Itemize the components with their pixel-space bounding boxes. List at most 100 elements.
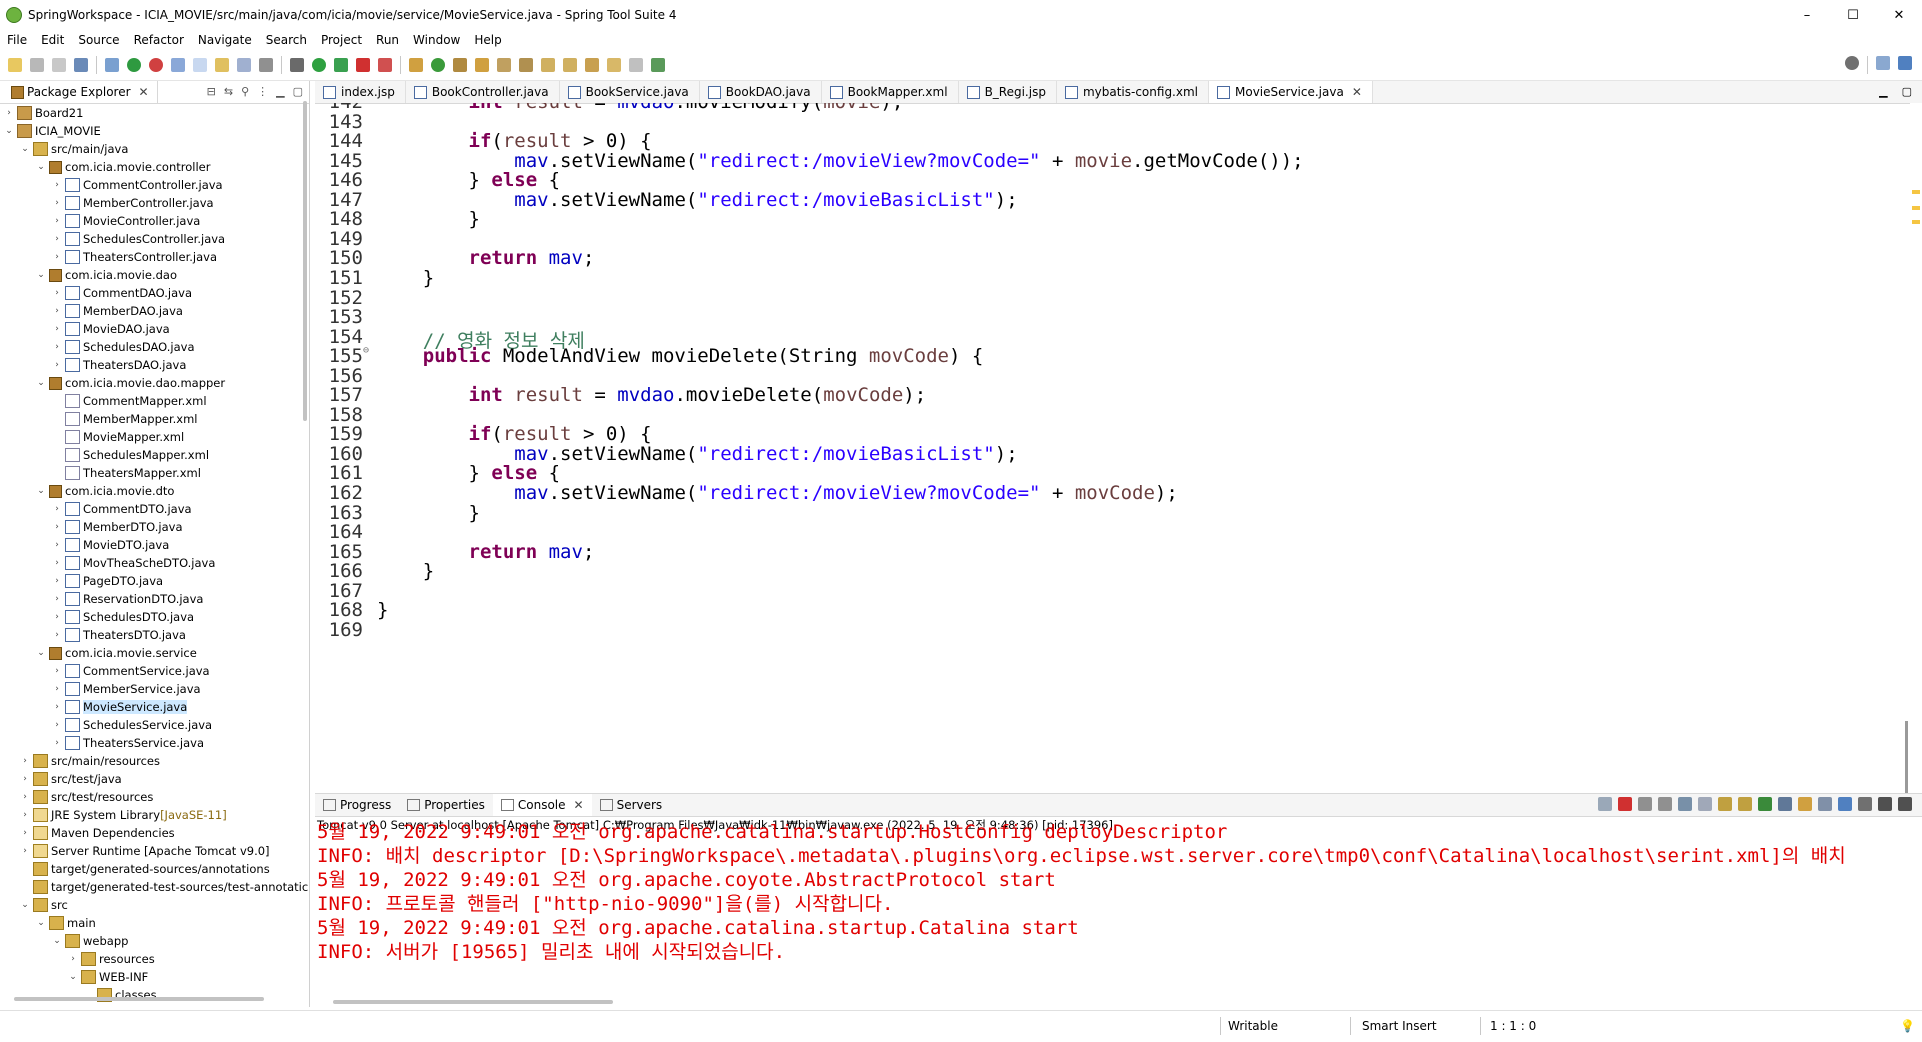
expanded-chevron-icon[interactable]: ⌄	[20, 144, 30, 154]
tree-item[interactable]: › TheatersDTO.java	[0, 626, 309, 644]
new-java-class-icon[interactable]	[431, 58, 445, 72]
tree-item[interactable]: › CommentController.java	[0, 176, 309, 194]
collapsed-chevron-icon[interactable]: ›	[52, 288, 62, 298]
menu-file[interactable]: File	[0, 33, 34, 47]
restart-icon[interactable]	[1598, 797, 1612, 811]
tree-item[interactable]: › MovieDTO.java	[0, 536, 309, 554]
collapsed-chevron-icon[interactable]: ›	[68, 954, 78, 964]
tree-item[interactable]: MemberMapper.xml	[0, 410, 309, 428]
tree-item[interactable]: › PageDTO.java	[0, 572, 309, 590]
close-button[interactable]: ✕	[1876, 0, 1922, 30]
tree-item[interactable]: › CommentDTO.java	[0, 500, 309, 518]
tree-item[interactable]: › resources	[0, 950, 309, 968]
warning-marker[interactable]	[1912, 190, 1920, 194]
tree-item[interactable]: › Server Runtime [Apache Tomcat v9.0]	[0, 842, 309, 860]
menu-refactor[interactable]: Refactor	[127, 33, 191, 47]
toggle-word-wrap-icon[interactable]	[215, 58, 229, 72]
tree-item[interactable]: › SchedulesDAO.java	[0, 338, 309, 356]
tree-item[interactable]: ⌄ com.icia.movie.dao	[0, 266, 309, 284]
search-icon[interactable]	[1845, 56, 1859, 70]
collapsed-chevron-icon[interactable]: ›	[20, 792, 30, 802]
minimize-view-icon[interactable]: ▁	[276, 85, 284, 98]
remove-all-icon[interactable]	[1658, 797, 1672, 811]
minimize-editor-icon[interactable]: ▁	[1879, 85, 1887, 98]
collapsed-chevron-icon[interactable]: ›	[52, 558, 62, 568]
menu-window[interactable]: Window	[406, 33, 467, 47]
collapsed-chevron-icon[interactable]: ›	[52, 576, 62, 586]
collapsed-chevron-icon[interactable]: ›	[52, 216, 62, 226]
collapsed-chevron-icon[interactable]: ›	[20, 756, 30, 766]
tree-item[interactable]: › Board21	[0, 104, 309, 122]
tree-item[interactable]: › ReservationDTO.java	[0, 590, 309, 608]
tree-item[interactable]: MovieMapper.xml	[0, 428, 309, 446]
tree-item[interactable]: › MovTheaScheDTO.java	[0, 554, 309, 572]
console-output[interactable]: 5월 19, 2022 9:49:01 오전 org.apache.catali…	[317, 820, 1907, 980]
tab-progress[interactable]: Progress	[315, 794, 399, 816]
terminate-icon[interactable]	[1618, 797, 1632, 811]
expanded-chevron-icon[interactable]: ⌄	[36, 486, 46, 496]
tree-item[interactable]: ⌄ com.icia.movie.controller	[0, 158, 309, 176]
tree-item[interactable]: › TheatersController.java	[0, 248, 309, 266]
tree-item[interactable]: ⌄ src/main/java	[0, 140, 309, 158]
expanded-chevron-icon[interactable]: ⌄	[68, 972, 78, 982]
terminal-icon[interactable]	[74, 58, 88, 72]
fold-toggle-icon[interactable]: ⊖	[363, 345, 373, 356]
block-selection-icon[interactable]	[237, 58, 251, 72]
menu-edit[interactable]: Edit	[34, 33, 71, 47]
tree-item[interactable]: TheatersMapper.xml	[0, 464, 309, 482]
back-icon[interactable]	[607, 58, 621, 72]
collapsed-chevron-icon[interactable]: ›	[52, 198, 62, 208]
stop-icon[interactable]	[356, 58, 370, 72]
open-type-icon[interactable]	[453, 58, 467, 72]
console-horizontal-scrollbar[interactable]	[333, 1000, 613, 1004]
collapsed-chevron-icon[interactable]: ›	[52, 234, 62, 244]
boot-dashboard-icon[interactable]	[127, 58, 141, 72]
menu-project[interactable]: Project	[314, 33, 369, 47]
save-icon[interactable]	[30, 58, 44, 72]
search-tools-icon[interactable]	[497, 58, 511, 72]
editor-tab[interactable]: BookController.java	[406, 81, 560, 103]
link-with-editor-icon[interactable]: ⇆	[224, 85, 233, 98]
tree-item[interactable]: › SchedulesService.java	[0, 716, 309, 734]
menu-search[interactable]: Search	[259, 33, 314, 47]
view-menu-icon[interactable]: ⋮	[257, 85, 268, 98]
collapsed-chevron-icon[interactable]: ›	[52, 666, 62, 676]
collapsed-chevron-icon[interactable]: ›	[52, 612, 62, 622]
editor-tab[interactable]: index.jsp	[315, 81, 406, 103]
menu-help[interactable]: Help	[467, 33, 508, 47]
minimize-view-icon[interactable]	[1878, 797, 1892, 811]
tab-package-explorer[interactable]: Package Explorer ✕	[0, 81, 158, 103]
last-edit-location-icon[interactable]	[585, 58, 599, 72]
tree-item[interactable]: › MovieService.java	[0, 698, 309, 716]
expanded-chevron-icon[interactable]: ⌄	[36, 918, 46, 928]
code-editor[interactable]: 142 int result = mvdao.movieModify(movie…	[315, 103, 1905, 771]
collapsed-chevron-icon[interactable]: ›	[4, 108, 14, 118]
relaunch-icon[interactable]	[149, 58, 163, 72]
collapsed-chevron-icon[interactable]: ›	[52, 594, 62, 604]
close-icon[interactable]: ✕	[1352, 85, 1362, 99]
warning-marker[interactable]	[1912, 206, 1920, 210]
next-annotation-icon[interactable]	[541, 58, 555, 72]
forward-icon[interactable]	[629, 58, 643, 72]
tree-item[interactable]: ⌄ main	[0, 914, 309, 932]
menu-run[interactable]: Run	[369, 33, 406, 47]
expanded-chevron-icon[interactable]: ⌄	[36, 162, 46, 172]
menu-navigate[interactable]: Navigate	[191, 33, 259, 47]
tree-item[interactable]: › TheatersDAO.java	[0, 356, 309, 374]
external-tools-icon[interactable]	[378, 58, 392, 72]
collapsed-chevron-icon[interactable]: ›	[52, 360, 62, 370]
tree-item[interactable]: SchedulesMapper.xml	[0, 446, 309, 464]
tree-item[interactable]: target/generated-test-sources/test-annot…	[0, 878, 309, 896]
menu-source[interactable]: Source	[71, 33, 126, 47]
collapsed-chevron-icon[interactable]: ›	[52, 252, 62, 262]
tree-item[interactable]: CommentMapper.xml	[0, 392, 309, 410]
open-perspective-icon[interactable]	[1876, 56, 1890, 70]
show-on-stdout-icon[interactable]	[1718, 797, 1732, 811]
tab-properties[interactable]: Properties	[399, 794, 493, 816]
maximize-button[interactable]: ☐	[1830, 0, 1876, 30]
debug-icon[interactable]	[290, 58, 304, 72]
expanded-chevron-icon[interactable]: ⌄	[52, 936, 62, 946]
expanded-chevron-icon[interactable]: ⌄	[20, 900, 30, 910]
expanded-chevron-icon[interactable]: ⌄	[36, 270, 46, 280]
tab-servers[interactable]: Servers	[592, 794, 671, 816]
